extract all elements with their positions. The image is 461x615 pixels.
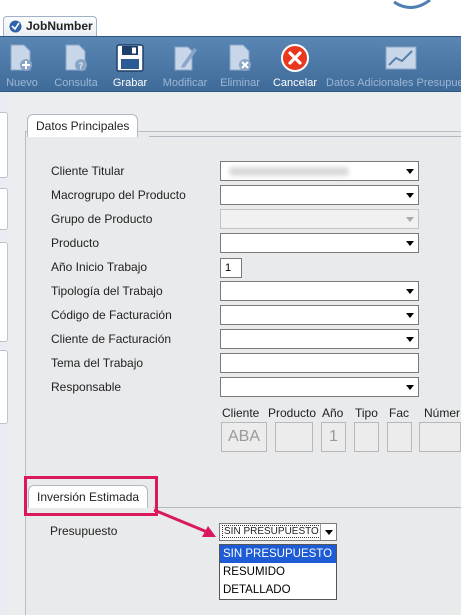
label-grupo-producto: Grupo de Producto xyxy=(51,212,153,226)
label-codigo-facturacion: Código de Facturación xyxy=(51,308,172,322)
tab-title: JobNumber xyxy=(26,19,93,33)
code-header-tipo: Tipo xyxy=(355,406,378,420)
left-edge-handle[interactable] xyxy=(0,242,8,342)
cliente-titular-select[interactable] xyxy=(220,161,419,181)
dropdown-button[interactable] xyxy=(320,524,336,540)
left-edge-strip xyxy=(0,92,9,615)
presupuesto-select[interactable]: SIN PRESUPUESTO xyxy=(219,523,337,541)
presupuesto-dropdown-list: SIN PRESUPUESTO RESUMIDO DETALLADO xyxy=(219,544,337,600)
code-numero-box xyxy=(419,422,461,452)
delete-document-icon xyxy=(229,44,251,71)
presupuesto-selected-value: SIN PRESUPUESTO xyxy=(222,525,321,538)
section-divider xyxy=(149,136,461,137)
tema-trabajo-input[interactable] xyxy=(220,353,419,373)
chevron-down-icon xyxy=(406,385,414,390)
grupo-producto-select xyxy=(220,209,419,229)
label-macrogrupo: Macrogrupo del Producto xyxy=(51,188,186,202)
delete-button[interactable]: Eliminar xyxy=(216,37,264,93)
redacted-value xyxy=(229,167,349,176)
code-header-cliente: Cliente xyxy=(222,406,260,420)
chevron-down-icon xyxy=(406,289,414,294)
query-document-icon: ? xyxy=(65,44,87,72)
chevron-down-icon xyxy=(325,530,333,535)
chevron-down-icon xyxy=(406,169,414,174)
macrogrupo-select[interactable] xyxy=(220,185,419,205)
query-button-label: Consulta xyxy=(54,77,98,89)
label-producto: Producto xyxy=(51,236,100,250)
window-corner-decoration xyxy=(393,0,431,9)
delete-button-label: Eliminar xyxy=(220,77,260,89)
tab-bar: JobNumber xyxy=(0,0,461,36)
modify-button-label: Modificar xyxy=(162,77,208,89)
chevron-down-icon xyxy=(406,313,414,318)
left-edge-handle[interactable] xyxy=(0,112,8,178)
additional-data-button[interactable]: Datos Adicionales Presupuesto xyxy=(326,37,461,93)
callout-arrow xyxy=(153,508,216,537)
producto-select[interactable] xyxy=(220,233,419,253)
new-button[interactable]: Nuevo xyxy=(0,37,44,93)
section-tab-datos-principales[interactable]: Datos Principales xyxy=(27,114,139,137)
responsable-select[interactable] xyxy=(220,377,419,397)
callout-highlight-box xyxy=(24,476,158,516)
chevron-down-icon xyxy=(406,241,414,246)
new-document-icon xyxy=(10,44,32,71)
code-fac-box xyxy=(387,422,412,452)
code-header-producto: Producto xyxy=(268,406,317,420)
cancel-icon xyxy=(281,44,309,72)
left-edge-handle[interactable] xyxy=(0,188,8,230)
option-detallado[interactable]: DETALLADO xyxy=(220,581,336,599)
chart-icon xyxy=(385,46,417,70)
edit-document-icon xyxy=(174,46,197,71)
ano-inicio-value: 1 xyxy=(225,262,232,274)
app-icon xyxy=(9,20,22,33)
save-button[interactable]: Grabar xyxy=(108,37,152,93)
code-tipo-box xyxy=(354,422,379,452)
ano-inicio-input[interactable]: 1 xyxy=(220,258,242,278)
cancel-button-label: Cancelar xyxy=(272,77,318,89)
label-presupuesto: Presupuesto xyxy=(50,524,118,538)
tipologia-select[interactable] xyxy=(220,281,419,301)
label-tema-trabajo: Tema del Trabajo xyxy=(51,356,144,370)
label-responsable: Responsable xyxy=(51,380,122,394)
query-button[interactable]: ? Consulta xyxy=(50,37,102,93)
option-resumido[interactable]: RESUMIDO xyxy=(220,563,336,581)
save-disk-icon xyxy=(116,44,144,72)
chevron-down-icon xyxy=(406,193,414,198)
new-button-label: Nuevo xyxy=(6,77,38,89)
code-header-numero: Númer xyxy=(424,406,461,420)
tab-jobnumber[interactable]: JobNumber xyxy=(3,16,97,36)
label-cliente-titular: Cliente Titular xyxy=(51,164,125,178)
code-producto-box xyxy=(275,422,313,452)
code-header-ano: Año xyxy=(322,406,344,420)
svg-text:?: ? xyxy=(79,62,84,72)
save-button-label: Grabar xyxy=(112,77,148,89)
chevron-down-icon xyxy=(406,217,414,222)
left-edge-handle[interactable] xyxy=(0,350,8,424)
additional-data-button-label: Datos Adicionales Presupuesto xyxy=(326,77,461,89)
cancel-button[interactable]: Cancelar xyxy=(270,37,320,93)
codigo-facturacion-select[interactable] xyxy=(220,305,419,325)
label-cliente-facturacion: Cliente de Facturación xyxy=(51,332,172,346)
chevron-down-icon xyxy=(406,337,414,342)
cliente-facturacion-select[interactable] xyxy=(220,329,419,349)
code-cliente-box: ABA xyxy=(221,422,267,452)
label-tipologia: Tipología del Trabajo xyxy=(51,284,163,298)
modify-button[interactable]: Modificar xyxy=(158,37,212,93)
section-title: Datos Principales xyxy=(36,119,130,133)
option-sin-presupuesto[interactable]: SIN PRESUPUESTO xyxy=(220,545,336,563)
code-header-fac: Fac xyxy=(389,406,410,420)
toolbar: Nuevo ? Consulta Grabar Modificar Elimin… xyxy=(0,36,461,92)
code-ano-box: 1 xyxy=(321,422,346,452)
label-ano-inicio: Año Inicio Trabajo xyxy=(51,260,148,274)
